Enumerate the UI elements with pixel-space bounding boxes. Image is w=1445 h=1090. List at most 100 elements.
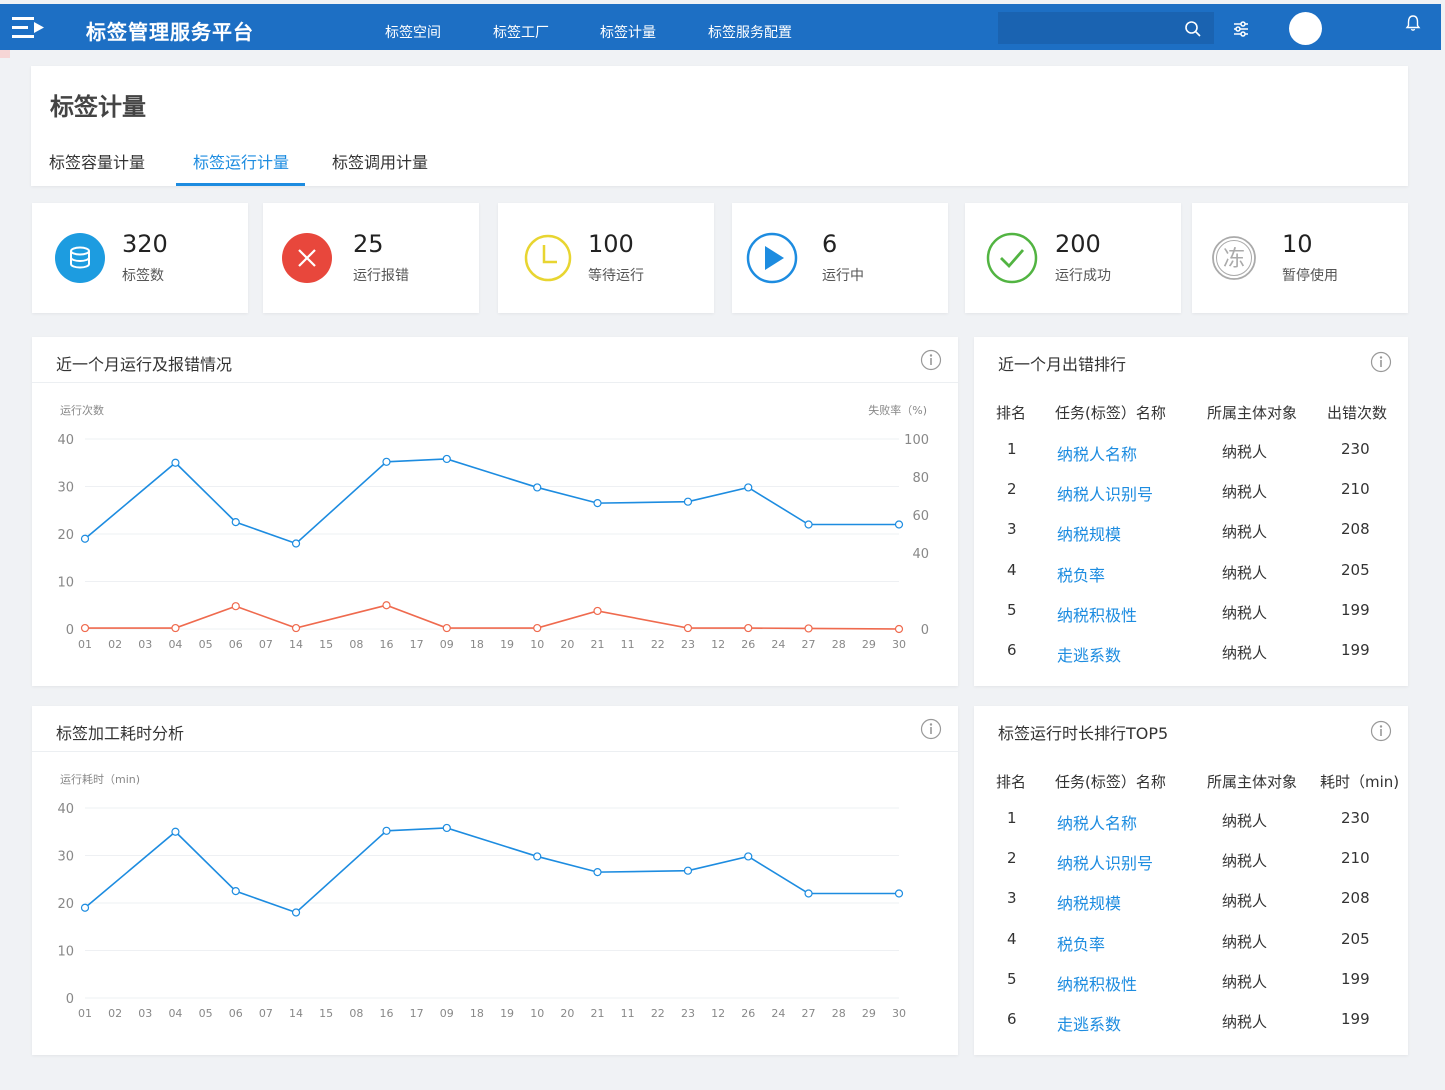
x-tick-label: 14 <box>289 1007 303 1020</box>
info-icon[interactable] <box>1370 720 1392 742</box>
y-tick-label: 30 <box>57 850 74 865</box>
task-name-link[interactable]: 纳税人识别号 <box>1057 850 1153 874</box>
x-tick-label: 27 <box>802 1007 816 1020</box>
data-point <box>683 866 693 875</box>
tab-call-metering[interactable]: 标签调用计量 <box>332 149 428 173</box>
subject-cell: 纳税人 <box>1222 972 1268 991</box>
y-right-tick-label: 0 <box>921 623 929 638</box>
x-tick-label: 14 <box>289 638 303 651</box>
stat-label: 运行报错 <box>353 268 409 284</box>
nav-tag-factory[interactable]: 标签工厂 <box>493 22 549 42</box>
data-point <box>683 623 693 633</box>
processing-time-line-chart: 0 10 20 30 40 运行耗时（min) 01 02 03 04 05 06 07 14 15 08 16… <box>57 773 906 1020</box>
stat-value: 25 <box>353 230 384 258</box>
stat-card-success[interactable]: 200 运行成功 <box>965 203 1181 313</box>
data-point <box>593 868 602 877</box>
stat-label: 标签数 <box>122 268 164 284</box>
rank-cell: 6 <box>1007 641 1017 659</box>
table-row: 1 纳税人名称 纳税人 230 <box>974 440 1408 480</box>
task-name-link[interactable]: 纳税规模 <box>1057 521 1121 545</box>
y-tick-label: 0 <box>66 992 74 1007</box>
task-name-link[interactable]: 纳税人名称 <box>1057 441 1137 465</box>
x-tick-label: 05 <box>199 1007 213 1020</box>
x-tick-label: 20 <box>560 1007 574 1020</box>
nav-tag-space[interactable]: 标签空间 <box>385 22 441 42</box>
table-row: 2 纳税人识别号 纳税人 210 <box>974 480 1408 520</box>
rank-cell: 4 <box>1007 929 1017 948</box>
data-point <box>894 624 904 634</box>
rank-cell: 2 <box>1007 849 1017 868</box>
count-cell: 210 <box>1341 849 1370 868</box>
data-point <box>171 458 180 467</box>
data-point <box>80 534 90 543</box>
task-name-link[interactable]: 纳税人识别号 <box>1057 481 1153 505</box>
x-tick-label: 30 <box>892 1007 906 1020</box>
header-rank: 排名 <box>996 404 1027 422</box>
run-error-line-chart: 0 10 20 30 40 运行次数 0 40 60 80 100 失败率（%) 01 02 03 04 05 0… <box>57 403 929 651</box>
page-title: 标签计量 <box>50 93 146 121</box>
task-name-link[interactable]: 纳税人名称 <box>1057 810 1137 834</box>
y-right-tick-label: 80 <box>912 471 929 486</box>
data-point <box>442 454 451 464</box>
panel-run-errors: 近一个月运行及报错情况 0 10 20 30 40 运行次数 0 40 60 80 100 失败率（%… <box>32 337 958 686</box>
search-icon[interactable] <box>1184 20 1202 38</box>
table-row: 2 纳税人识别号 纳税人 210 <box>974 849 1408 889</box>
subject-cell: 纳税人 <box>1222 523 1268 542</box>
app-title: 标签管理服务平台 <box>86 20 254 44</box>
data-point <box>171 827 180 836</box>
y-tick-label: 20 <box>57 528 74 543</box>
y-right-tick-label: 100 <box>904 433 929 448</box>
data-point <box>291 623 301 633</box>
stat-card-tag-count[interactable]: 320 标签数 <box>32 203 248 313</box>
data-point <box>382 457 391 466</box>
nav-tag-service-config[interactable]: 标签服务配置 <box>708 22 792 42</box>
info-icon[interactable] <box>1370 351 1392 373</box>
x-tick-label: 29 <box>862 638 876 651</box>
table-row: 5 纳税积极性 纳税人 199 <box>974 970 1408 1010</box>
subject-cell: 纳税人 <box>1222 812 1268 830</box>
subject-cell: 纳税人 <box>1222 563 1268 582</box>
panel-title: 近一个月出错排行 <box>998 355 1127 374</box>
subject-cell: 纳税人 <box>1222 892 1268 911</box>
subject-cell: 纳税人 <box>1222 932 1268 951</box>
y-right-tick-label: 60 <box>912 509 929 524</box>
page-header: 标签计量 标签容量计量 标签运行计量 标签调用计量 <box>31 66 1408 186</box>
task-name-link[interactable]: 纳税规模 <box>1057 890 1121 914</box>
bell-icon[interactable] <box>1404 14 1422 32</box>
tab-capacity-metering[interactable]: 标签容量计量 <box>49 149 145 173</box>
stat-label: 等待运行 <box>588 268 644 284</box>
x-tick-label: 07 <box>259 1007 273 1020</box>
x-tick-label: 15 <box>319 638 333 651</box>
stat-card-paused[interactable]: 冻 10 暂停使用 <box>1192 203 1408 313</box>
y-axis-label: 运行次数 <box>60 403 104 417</box>
avatar[interactable] <box>1289 12 1322 45</box>
data-point <box>804 520 813 529</box>
y-tick-label: 10 <box>57 945 74 960</box>
task-name-link[interactable]: 税负率 <box>1057 931 1105 955</box>
x-tick-label: 16 <box>379 638 393 651</box>
stat-card-running[interactable]: 6 运行中 <box>732 203 948 313</box>
stat-value: 10 <box>1282 230 1313 258</box>
x-tick-label: 04 <box>168 638 182 651</box>
table-row: 4 税负率 纳税人 205 <box>974 930 1408 970</box>
task-name-link[interactable]: 纳税积极性 <box>1057 971 1137 995</box>
panel-title: 标签运行时长排行TOP5 <box>998 724 1169 743</box>
task-name-link[interactable]: 税负率 <box>1057 562 1105 586</box>
header-task-name: 任务(标签）名称 <box>1055 404 1166 422</box>
x-tick-label: 04 <box>168 1007 182 1020</box>
sliders-icon[interactable] <box>1232 20 1250 38</box>
x-tick-label: 07 <box>259 638 273 651</box>
task-name-link[interactable]: 走逃系数 <box>1057 1011 1121 1035</box>
nav-tag-metering[interactable]: 标签计量 <box>600 22 656 42</box>
task-name-link[interactable]: 纳税积极性 <box>1057 602 1137 626</box>
data-point <box>593 499 602 508</box>
stat-value: 200 <box>1055 230 1101 258</box>
rank-cell: 5 <box>1007 969 1017 988</box>
stat-card-waiting[interactable]: 100 等待运行 <box>498 203 714 313</box>
tab-run-metering[interactable]: 标签运行计量 <box>193 149 289 173</box>
menu-icon[interactable] <box>10 14 46 42</box>
x-tick-label: 24 <box>771 638 785 651</box>
task-name-link[interactable]: 走逃系数 <box>1057 642 1121 666</box>
search-input[interactable] <box>998 12 1178 44</box>
stat-card-run-errors[interactable]: 25 运行报错 <box>263 203 479 313</box>
